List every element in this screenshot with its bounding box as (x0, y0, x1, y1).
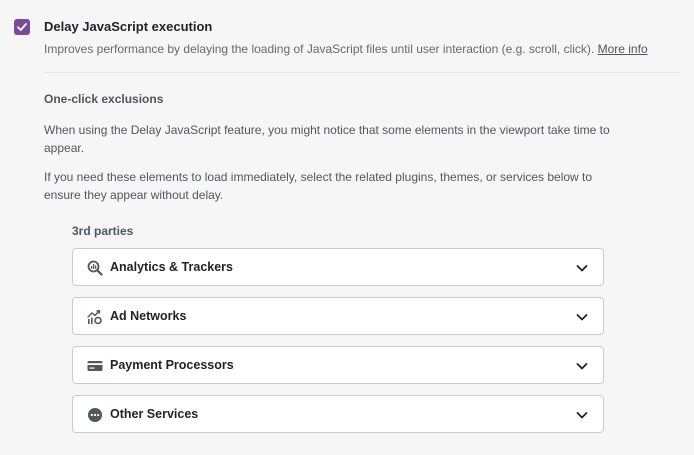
section-divider (44, 72, 680, 73)
accordion-ad-networks[interactable]: Ad Networks (72, 297, 604, 335)
more-info-link[interactable]: More info (598, 42, 648, 56)
exclusions-paragraph-1: When using the Delay JavaScript feature,… (44, 123, 610, 155)
accordion-label: Other Services (110, 407, 199, 421)
accordion-payment-processors[interactable]: Payment Processors (72, 346, 604, 384)
chevron-down-icon (576, 314, 588, 321)
accordion-analytics-trackers[interactable]: Analytics & Trackers (72, 248, 604, 286)
more-dots-icon (87, 407, 103, 423)
chevron-down-icon (576, 412, 588, 419)
ad-network-icon (87, 309, 103, 325)
one-click-exclusions-title: One-click exclusions (44, 92, 164, 106)
delay-js-description-text: Improves performance by delaying the loa… (44, 42, 595, 56)
accordion-other-services[interactable]: Other Services (72, 395, 604, 433)
accordion-label: Payment Processors (110, 358, 234, 372)
checkmark-icon (17, 23, 27, 31)
credit-card-icon (87, 358, 103, 374)
delay-js-description: Improves performance by delaying the loa… (44, 42, 648, 56)
accordion-label: Ad Networks (110, 309, 187, 323)
chevron-down-icon (576, 265, 588, 272)
third-parties-title: 3rd parties (72, 224, 134, 238)
delay-js-checkbox[interactable] (14, 19, 30, 35)
delay-js-title: Delay JavaScript execution (44, 19, 213, 34)
chevron-down-icon (576, 363, 588, 370)
exclusions-paragraph-2: If you need these elements to load immed… (44, 170, 593, 202)
analytics-search-icon (87, 260, 103, 276)
accordion-label: Analytics & Trackers (110, 260, 233, 274)
